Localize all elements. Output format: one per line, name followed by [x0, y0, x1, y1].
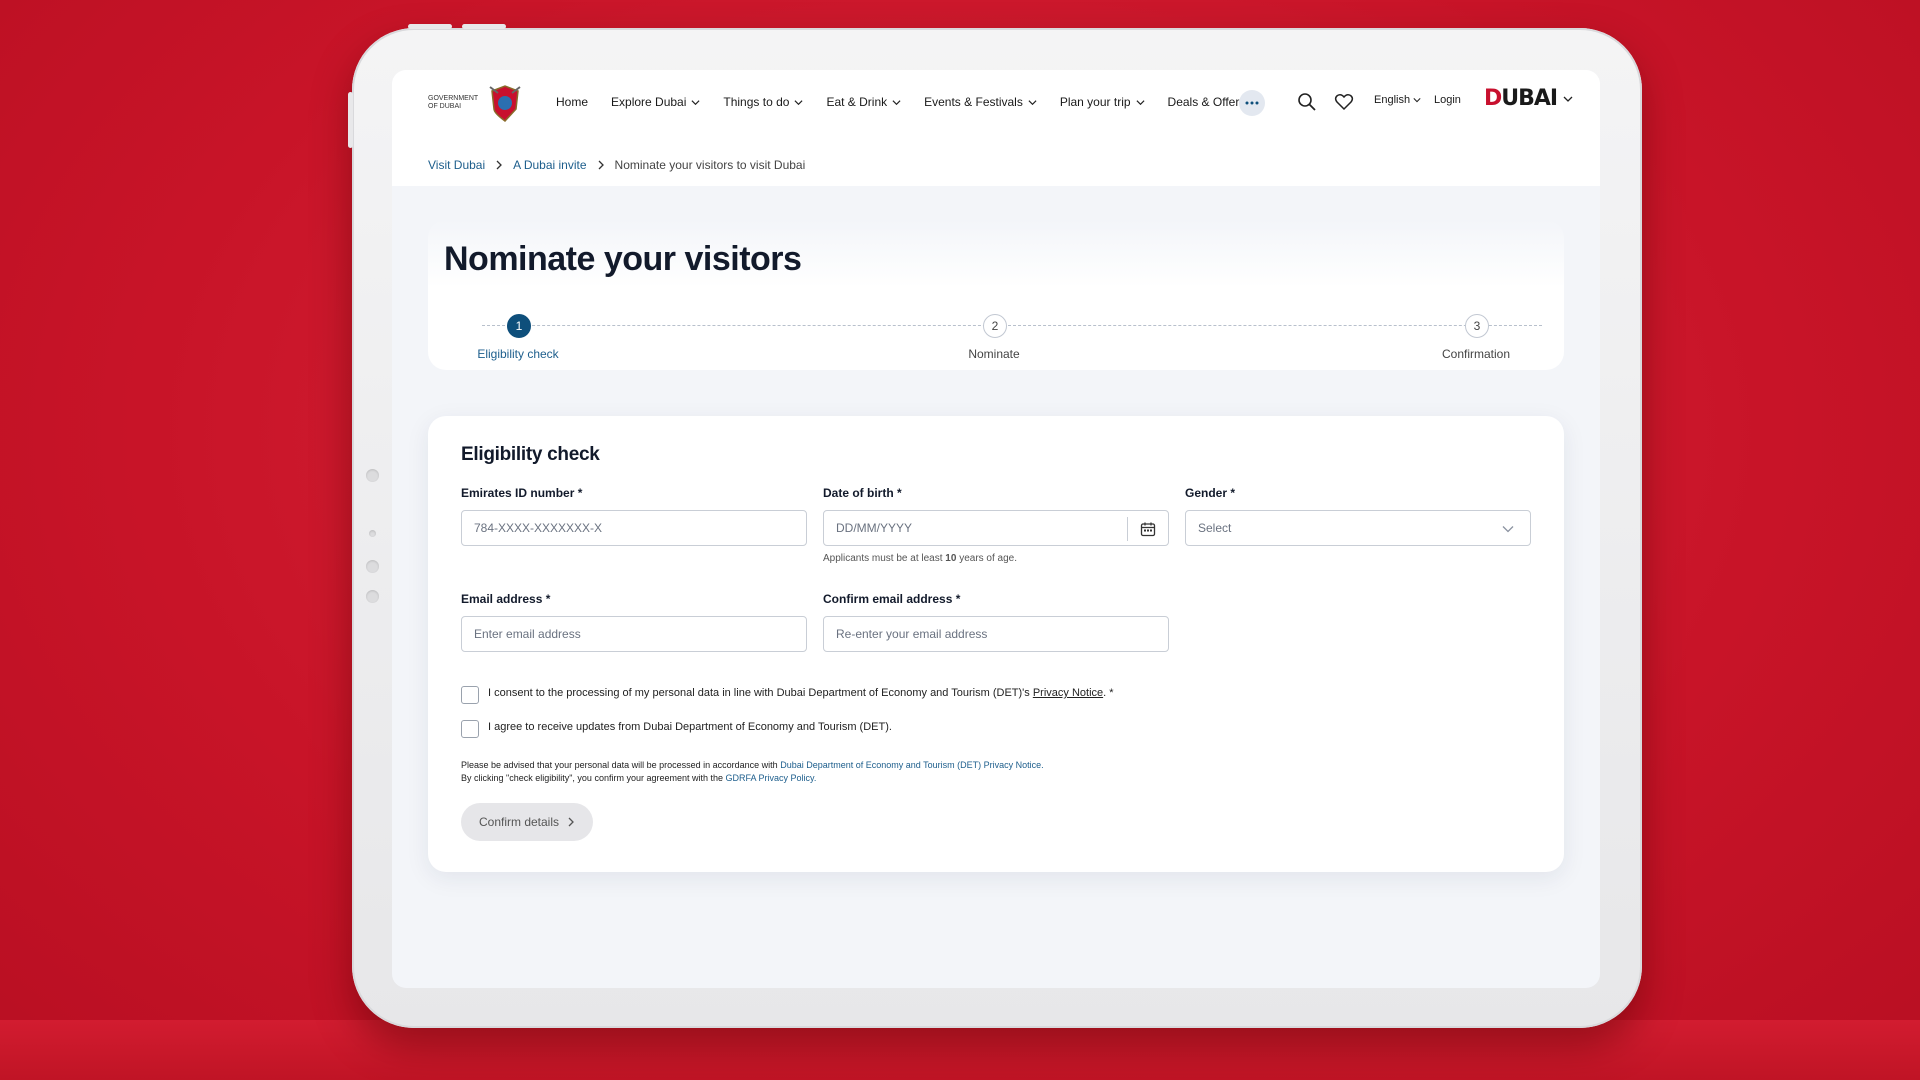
emirates-id-placeholder: 784-XXXX-XXXXXXX-X	[474, 521, 603, 535]
chevron-down-icon	[1413, 98, 1421, 103]
breadcrumb: Visit Dubai A Dubai invite Nominate your…	[428, 158, 805, 172]
menu-item-things-to-do[interactable]: Things to do	[723, 95, 803, 109]
menu-label: Plan your trip	[1059, 95, 1131, 109]
chevron-right-icon	[598, 160, 604, 170]
menu-item-plan-your-trip[interactable]: Plan your trip	[1060, 95, 1145, 109]
tablet-sensor-dot	[366, 590, 379, 603]
dob-divider	[1127, 517, 1128, 541]
step-3-label: Confirmation	[1441, 347, 1511, 361]
tablet-side-button	[348, 92, 353, 148]
step-2-label: Nominate	[968, 347, 1020, 361]
dob-hint-text: Applicants must be at least	[823, 553, 946, 564]
consent-text: I consent to the processing of my person…	[488, 687, 1114, 699]
top-navigation: GOVERNMENT OF DUBAI Home Explore Dubai T…	[392, 70, 1600, 134]
tablet-sensor-dot	[366, 560, 379, 573]
menu-label: Deals & Offers	[1167, 95, 1246, 109]
language-label: English	[1374, 94, 1411, 106]
consent-checkbox[interactable]	[461, 686, 479, 704]
tablet-top-button-2	[462, 24, 506, 29]
email-input[interactable]: Enter email address	[461, 616, 807, 652]
chevron-right-icon	[496, 160, 503, 170]
emirates-id-input[interactable]: 784-XXXX-XXXXXXX-X	[461, 510, 807, 546]
updates-checkbox[interactable]	[461, 720, 479, 738]
step-3-indicator[interactable]: 3	[1465, 314, 1489, 338]
consent-suffix: . *	[1103, 687, 1114, 699]
note-text: By clicking "check eligibility", you con…	[461, 773, 726, 783]
updates-text: I agree to receive updates from Dubai De…	[488, 721, 892, 733]
menu-item-home[interactable]: Home	[556, 95, 588, 109]
step-1-label: Eligibility check	[477, 347, 559, 361]
menu-label: Eat & Drink	[826, 95, 888, 109]
more-menu-button[interactable]	[1239, 90, 1265, 116]
dob-hint-number: 10	[945, 553, 957, 564]
menu-item-explore-dubai[interactable]: Explore Dubai	[611, 95, 700, 109]
note-text: Please be advised that your personal dat…	[461, 760, 781, 770]
chevron-down-icon	[1563, 96, 1573, 102]
chevron-down-icon	[892, 99, 901, 105]
confirm-details-label: Confirm details	[478, 815, 560, 829]
chevron-down-icon	[691, 99, 700, 105]
gdrfa-privacy-policy-link[interactable]: GDRFA Privacy Policy.	[726, 773, 817, 783]
background-floor	[0, 1020, 1920, 1080]
confirm-email-label: Confirm email address *	[823, 592, 961, 606]
menu-label: Events & Festivals	[924, 95, 1023, 109]
gender-value: Select	[1198, 521, 1232, 535]
dubai-brand-logo[interactable]: DUBAI	[1484, 86, 1573, 111]
breadcrumb-dubai-invite[interactable]: A Dubai invite	[513, 158, 586, 172]
chevron-down-icon	[1136, 99, 1145, 105]
det-privacy-notice-link[interactable]: Dubai Department of Economy and Tourism …	[780, 760, 1043, 770]
tablet-sensor-dot	[369, 530, 376, 537]
confirm-email-placeholder: Re-enter your email address	[836, 627, 988, 641]
menu-item-eat-drink[interactable]: Eat & Drink	[826, 95, 901, 109]
dubai-logo-text: DUBAI	[1484, 86, 1558, 111]
dob-placeholder: DD/MM/YYYY	[836, 521, 913, 535]
login-link[interactable]: Login	[1434, 94, 1461, 106]
step-2-indicator[interactable]: 2	[983, 314, 1007, 338]
chevron-down-icon	[794, 99, 803, 105]
breadcrumb-visit-dubai[interactable]: Visit Dubai	[428, 158, 485, 172]
calendar-icon[interactable]	[1140, 521, 1156, 537]
menu-label: Things to do	[723, 95, 790, 109]
menu-label: Home	[556, 95, 589, 109]
confirm-details-button[interactable]: Confirm details	[461, 803, 593, 841]
menu-item-events-festivals[interactable]: Events & Festivals	[924, 95, 1037, 109]
main-menu: Home Explore Dubai Things to do Eat & Dr…	[556, 70, 1282, 134]
dob-hint: Applicants must be at least 10 years of …	[823, 553, 1017, 564]
ellipsis-icon	[1245, 101, 1259, 105]
step-1-indicator[interactable]: 1	[507, 314, 531, 338]
stepper-line	[482, 325, 1542, 326]
gov-logo-text: GOVERNMENT OF DUBAI	[428, 95, 479, 110]
government-of-dubai-logo[interactable]: GOVERNMENT OF DUBAI	[428, 82, 528, 124]
form-title: Eligibility check	[461, 444, 600, 465]
dob-label: Date of birth *	[823, 486, 902, 500]
confirm-email-input[interactable]: Re-enter your email address	[823, 616, 1169, 652]
gender-select[interactable]: Select	[1185, 510, 1531, 546]
chevron-right-icon	[568, 817, 574, 827]
privacy-note: Please be advised that your personal dat…	[461, 759, 1044, 785]
dob-input[interactable]: DD/MM/YYYY	[823, 510, 1169, 546]
heart-icon[interactable]	[1334, 92, 1354, 112]
search-icon[interactable]	[1297, 92, 1317, 112]
consent-label: I consent to the processing of my person…	[488, 687, 1033, 699]
language-selector[interactable]: English	[1374, 94, 1421, 106]
crest-icon	[489, 85, 521, 123]
privacy-notice-link[interactable]: Privacy Notice	[1033, 687, 1103, 699]
emirates-id-label: Emirates ID number *	[461, 486, 583, 500]
email-placeholder: Enter email address	[474, 627, 581, 641]
menu-label: Explore Dubai	[611, 95, 687, 109]
tablet-camera-dot	[366, 469, 379, 482]
gender-label: Gender *	[1185, 486, 1236, 500]
page-title: Nominate your visitors	[444, 240, 802, 278]
breadcrumb-current: Nominate your visitors to visit Dubai	[614, 158, 806, 172]
email-label: Email address *	[461, 592, 551, 606]
dob-hint-text: years of age.	[956, 553, 1018, 564]
chevron-down-icon	[1502, 526, 1514, 533]
tablet-screen: GOVERNMENT OF DUBAI Home Explore Dubai T…	[392, 70, 1600, 988]
tablet-top-button-1	[408, 24, 452, 29]
chevron-down-icon	[1028, 99, 1037, 105]
